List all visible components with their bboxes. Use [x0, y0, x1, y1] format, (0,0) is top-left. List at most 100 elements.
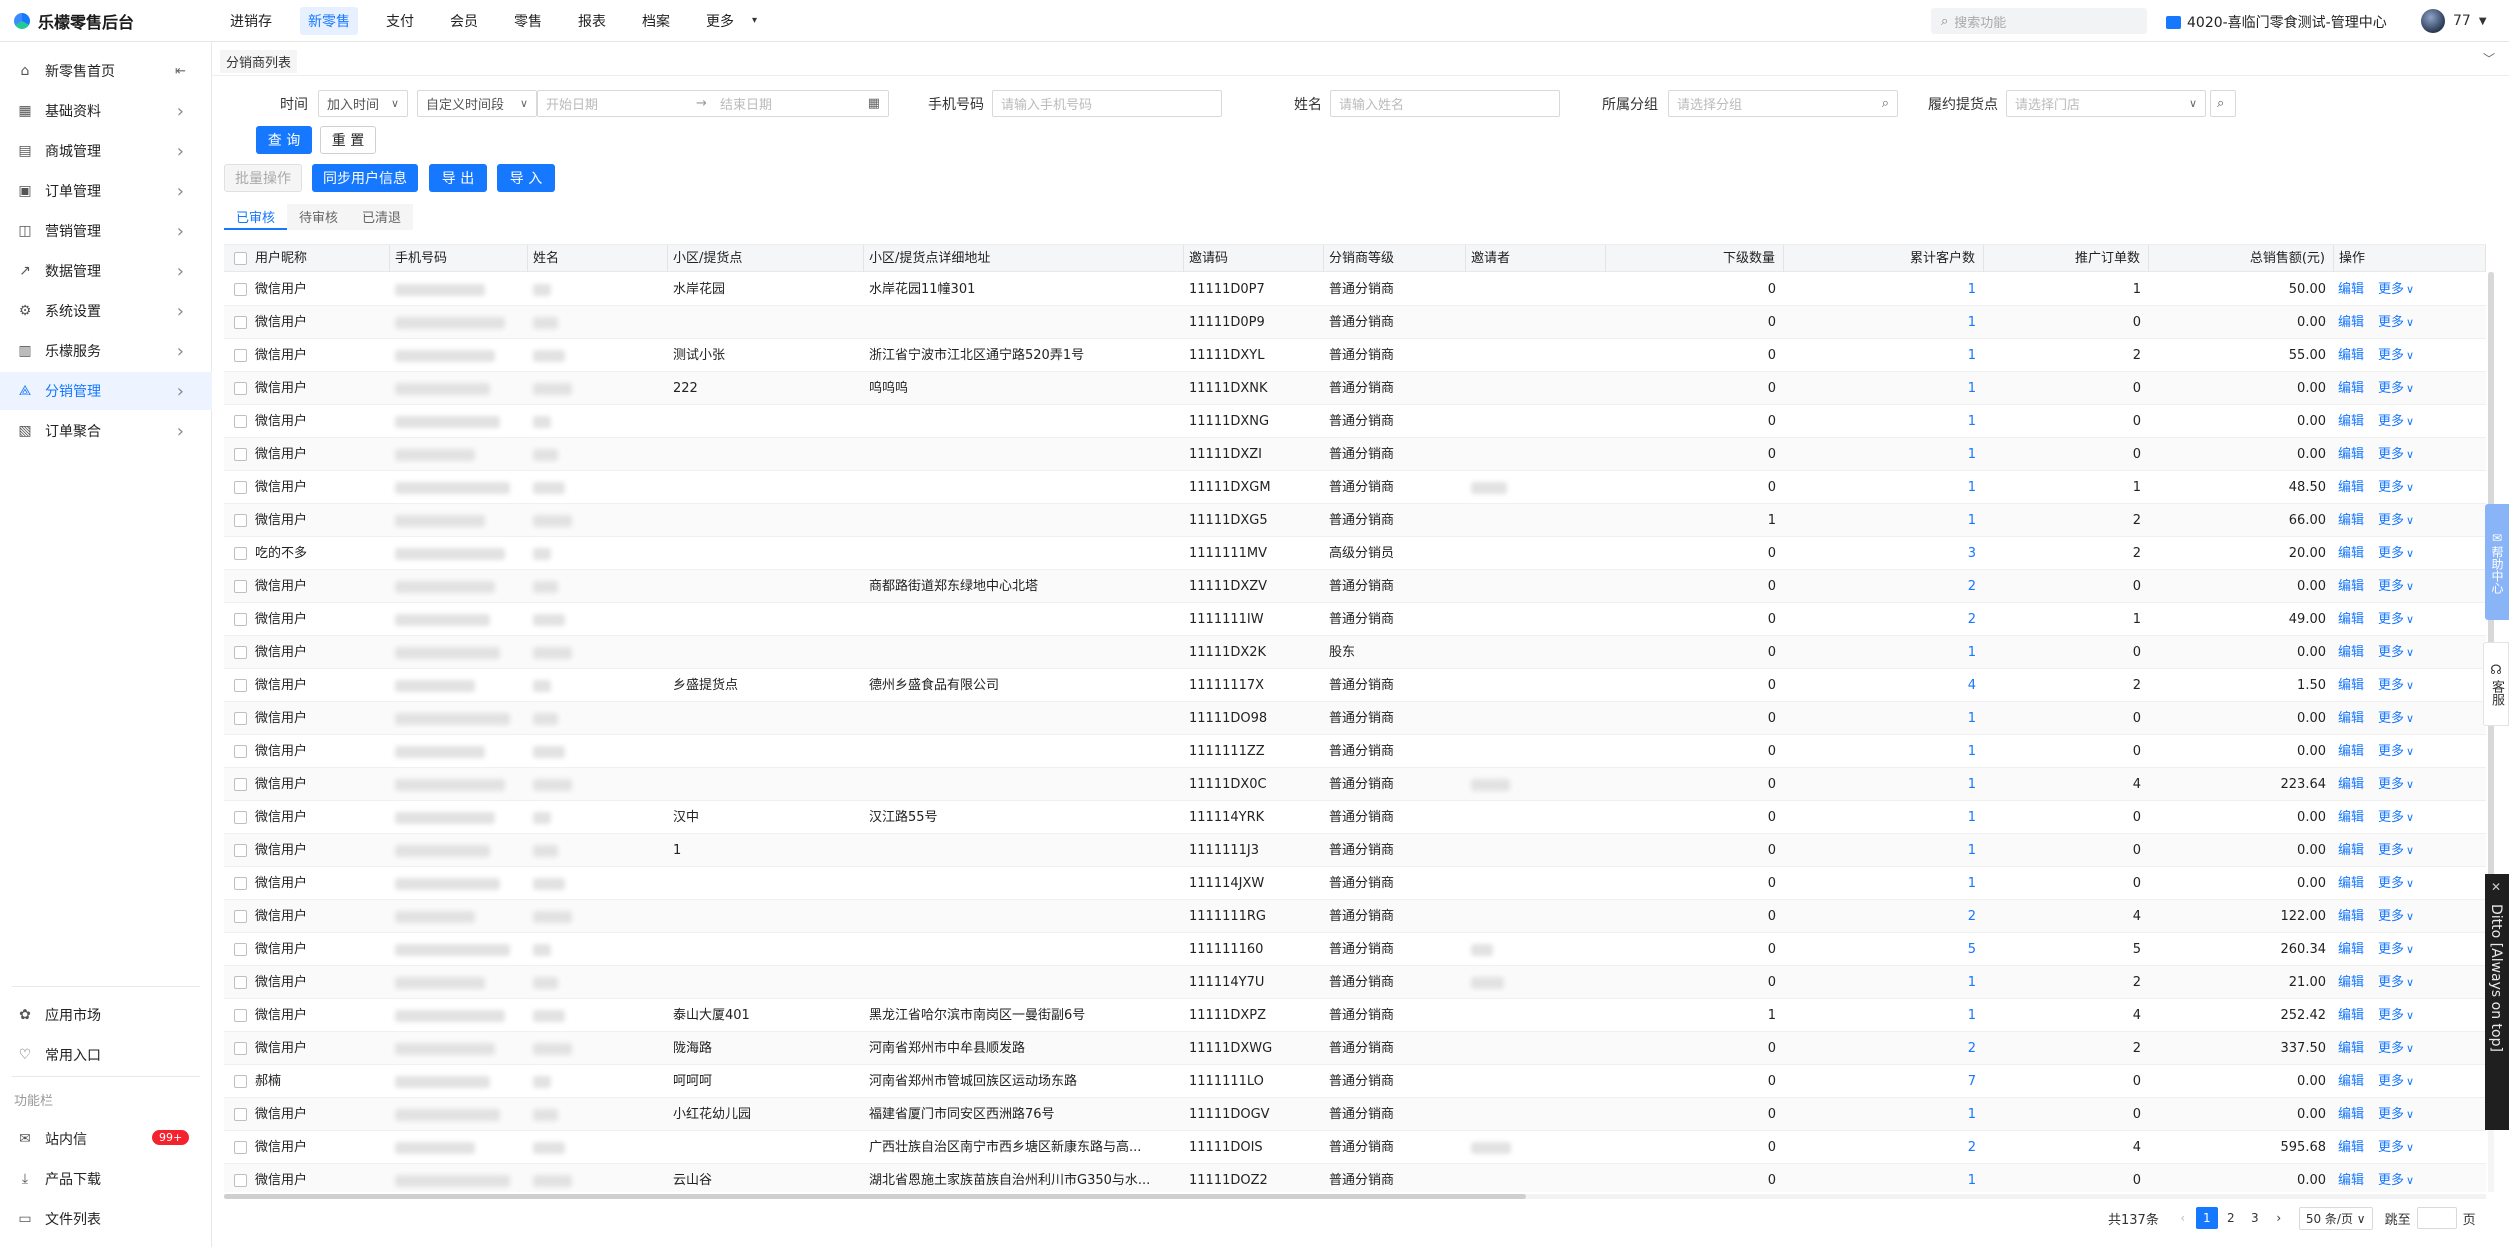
- cell-customers[interactable]: 1: [1784, 339, 1984, 372]
- more-link[interactable]: 更多: [2378, 414, 2404, 429]
- cell-customers[interactable]: 7: [1784, 1065, 1984, 1098]
- more-link[interactable]: 更多: [2378, 843, 2404, 858]
- row-checkbox[interactable]: [234, 1042, 247, 1055]
- cell-customers[interactable]: 1: [1784, 768, 1984, 801]
- row-checkbox[interactable]: [234, 745, 247, 758]
- more-link[interactable]: 更多: [2378, 315, 2404, 330]
- row-checkbox[interactable]: [234, 613, 247, 626]
- phone-input[interactable]: 请输入手机号码: [992, 90, 1222, 117]
- cell-customers[interactable]: 1: [1784, 438, 1984, 471]
- cell-customers[interactable]: 1: [1784, 735, 1984, 768]
- edit-link[interactable]: 编辑: [2338, 942, 2364, 957]
- row-checkbox[interactable]: [234, 679, 247, 692]
- batch-operation-button[interactable]: 批量操作: [224, 164, 302, 192]
- topnav-item[interactable]: 报表: [570, 7, 614, 35]
- cell-customers[interactable]: 3: [1784, 537, 1984, 570]
- query-button[interactable]: 查 询: [256, 126, 312, 154]
- date-range-input[interactable]: 开始日期 → 结束日期 ▦: [537, 90, 889, 117]
- row-checkbox[interactable]: [234, 514, 247, 527]
- row-checkbox[interactable]: [234, 382, 247, 395]
- ditto-window-strip[interactable]: ✕ Ditto [Always on top]: [2485, 874, 2509, 1130]
- sidebar-entry[interactable]: ✿ 应用市场: [0, 996, 212, 1034]
- cell-customers[interactable]: 2: [1784, 1131, 1984, 1164]
- sidebar-item[interactable]: ◫ 营销管理 ›: [0, 212, 212, 250]
- prev-page-button[interactable]: ‹: [2172, 1207, 2194, 1229]
- topnav-item[interactable]: 档案: [634, 7, 678, 35]
- row-checkbox[interactable]: [234, 712, 247, 725]
- cell-customers[interactable]: 1: [1784, 405, 1984, 438]
- page-number[interactable]: 1: [2195, 1207, 2218, 1229]
- sidebar-entry[interactable]: ♡ 常用入口: [0, 1036, 212, 1074]
- status-tab[interactable]: 待审核: [287, 204, 351, 230]
- topnav-item[interactable]: 支付: [378, 7, 422, 35]
- row-checkbox[interactable]: [234, 877, 247, 890]
- sidebar-item[interactable]: ↗ 数据管理 ›: [0, 252, 212, 290]
- more-link[interactable]: 更多: [2378, 810, 2404, 825]
- more-link[interactable]: 更多: [2378, 1041, 2404, 1056]
- edit-link[interactable]: 编辑: [2338, 546, 2364, 561]
- edit-link[interactable]: 编辑: [2338, 909, 2364, 924]
- cell-customers[interactable]: 1: [1784, 999, 1984, 1032]
- cell-customers[interactable]: 2: [1784, 900, 1984, 933]
- row-checkbox[interactable]: [234, 1075, 247, 1088]
- topnav-item[interactable]: 零售: [506, 7, 550, 35]
- topnav-item[interactable]: 更多: [698, 7, 742, 35]
- row-checkbox[interactable]: [234, 910, 247, 923]
- collapse-sidebar-icon[interactable]: ⇤: [175, 64, 186, 79]
- cell-customers[interactable]: 1: [1784, 504, 1984, 537]
- edit-link[interactable]: 编辑: [2338, 612, 2364, 627]
- pickup-select[interactable]: 请选择门店 ∨: [2006, 90, 2206, 117]
- cell-customers[interactable]: 1: [1784, 834, 1984, 867]
- row-checkbox[interactable]: [234, 415, 247, 428]
- topnav-item[interactable]: 新零售: [300, 6, 358, 35]
- pickup-search-button[interactable]: ⌕: [2210, 90, 2236, 117]
- horizontal-scrollbar[interactable]: [224, 1194, 2486, 1199]
- row-checkbox[interactable]: [234, 844, 247, 857]
- tool-entry[interactable]: ▭ 文件列表: [0, 1200, 212, 1238]
- more-link[interactable]: 更多: [2378, 645, 2404, 660]
- row-checkbox[interactable]: [234, 811, 247, 824]
- edit-link[interactable]: 编辑: [2338, 1173, 2364, 1188]
- time-range-select[interactable]: 自定义时间段 ∨: [417, 90, 537, 117]
- row-checkbox[interactable]: [234, 1174, 247, 1187]
- chevron-down-icon[interactable]: ﹀: [2483, 50, 2495, 67]
- scroll-thumb[interactable]: [224, 1194, 1526, 1199]
- edit-link[interactable]: 编辑: [2338, 1008, 2364, 1023]
- edit-link[interactable]: 编辑: [2338, 645, 2364, 660]
- row-checkbox[interactable]: [234, 1009, 247, 1022]
- page-number[interactable]: 3: [2244, 1207, 2266, 1229]
- user-menu[interactable]: 77 ▼: [2421, 9, 2487, 33]
- row-checkbox[interactable]: [234, 316, 247, 329]
- edit-link[interactable]: 编辑: [2338, 744, 2364, 759]
- edit-link[interactable]: 编辑: [2338, 810, 2364, 825]
- edit-link[interactable]: 编辑: [2338, 876, 2364, 891]
- more-link[interactable]: 更多: [2378, 348, 2404, 363]
- edit-link[interactable]: 编辑: [2338, 282, 2364, 297]
- cell-customers[interactable]: 1: [1784, 702, 1984, 735]
- time-type-select[interactable]: 加入时间 ∨: [318, 90, 408, 117]
- edit-link[interactable]: 编辑: [2338, 1041, 2364, 1056]
- edit-link[interactable]: 编辑: [2338, 579, 2364, 594]
- more-link[interactable]: 更多: [2378, 711, 2404, 726]
- row-checkbox[interactable]: [234, 547, 247, 560]
- more-link[interactable]: 更多: [2378, 975, 2404, 990]
- edit-link[interactable]: 编辑: [2338, 1140, 2364, 1155]
- row-checkbox[interactable]: [234, 580, 247, 593]
- more-link[interactable]: 更多: [2378, 909, 2404, 924]
- edit-link[interactable]: 编辑: [2338, 843, 2364, 858]
- more-link[interactable]: 更多: [2378, 546, 2404, 561]
- edit-link[interactable]: 编辑: [2338, 414, 2364, 429]
- import-button[interactable]: 导 入: [497, 164, 555, 192]
- edit-link[interactable]: 编辑: [2338, 447, 2364, 462]
- export-button[interactable]: 导 出: [429, 164, 487, 192]
- more-link[interactable]: 更多: [2378, 1173, 2404, 1188]
- more-link[interactable]: 更多: [2378, 513, 2404, 528]
- search-input[interactable]: ⌕ 搜索功能: [1931, 8, 2147, 34]
- row-checkbox[interactable]: [234, 1108, 247, 1121]
- edit-link[interactable]: 编辑: [2338, 513, 2364, 528]
- reset-button[interactable]: 重 置: [320, 126, 376, 154]
- next-page-button[interactable]: ›: [2268, 1207, 2290, 1229]
- edit-link[interactable]: 编辑: [2338, 1074, 2364, 1089]
- more-link[interactable]: 更多: [2378, 744, 2404, 759]
- more-link[interactable]: 更多: [2378, 777, 2404, 792]
